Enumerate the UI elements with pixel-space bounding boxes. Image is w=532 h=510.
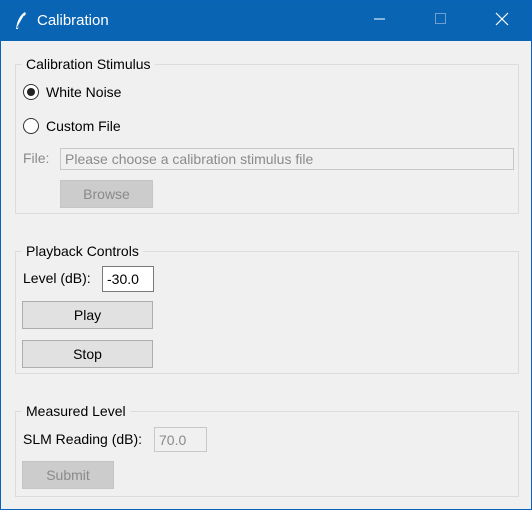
submit-button[interactable]: Submit <box>22 461 114 489</box>
radio-selected-icon <box>23 84 39 100</box>
play-button[interactable]: Play <box>22 301 153 329</box>
close-icon <box>495 12 509 31</box>
level-label: Level (dB): <box>23 270 91 286</box>
playback-controls-legend: Playback Controls <box>22 243 143 259</box>
radio-custom-file-label: Custom File <box>46 118 121 134</box>
minimize-icon <box>374 12 386 30</box>
file-path-input[interactable]: Please choose a calibration stimulus fil… <box>60 148 514 170</box>
slm-reading-label: SLM Reading (dB): <box>23 431 143 447</box>
radio-white-noise[interactable]: White Noise <box>23 84 121 100</box>
close-button[interactable] <box>479 1 525 41</box>
file-path-placeholder: Please choose a calibration stimulus fil… <box>65 151 314 167</box>
play-button-label: Play <box>73 307 102 323</box>
maximize-button[interactable] <box>418 1 464 41</box>
feather-icon <box>13 11 29 31</box>
submit-button-label: Submit <box>46 467 90 483</box>
calibration-window: Calibration Calibration Stimulus White N… <box>0 0 532 510</box>
radio-custom-file[interactable]: Custom File <box>23 118 121 134</box>
browse-button-label: Browse <box>83 186 130 202</box>
radio-unselected-icon <box>23 118 39 134</box>
slm-reading-input[interactable]: 70.0 <box>154 427 207 452</box>
measured-level-legend: Measured Level <box>22 403 130 419</box>
level-input[interactable]: -30.0 <box>102 266 154 292</box>
stop-button-label: Stop <box>73 346 102 362</box>
stop-button[interactable]: Stop <box>22 340 153 368</box>
file-label: File: <box>23 150 50 166</box>
window-title: Calibration <box>37 12 109 29</box>
radio-white-noise-label: White Noise <box>46 84 122 100</box>
calibration-stimulus-legend: Calibration Stimulus <box>22 56 155 72</box>
slm-reading-value: 70.0 <box>159 432 187 448</box>
level-value: -30.0 <box>107 271 139 287</box>
maximize-icon <box>435 12 447 30</box>
title-bar[interactable]: Calibration <box>1 1 531 41</box>
minimize-button[interactable] <box>357 1 403 41</box>
browse-button[interactable]: Browse <box>60 180 153 208</box>
